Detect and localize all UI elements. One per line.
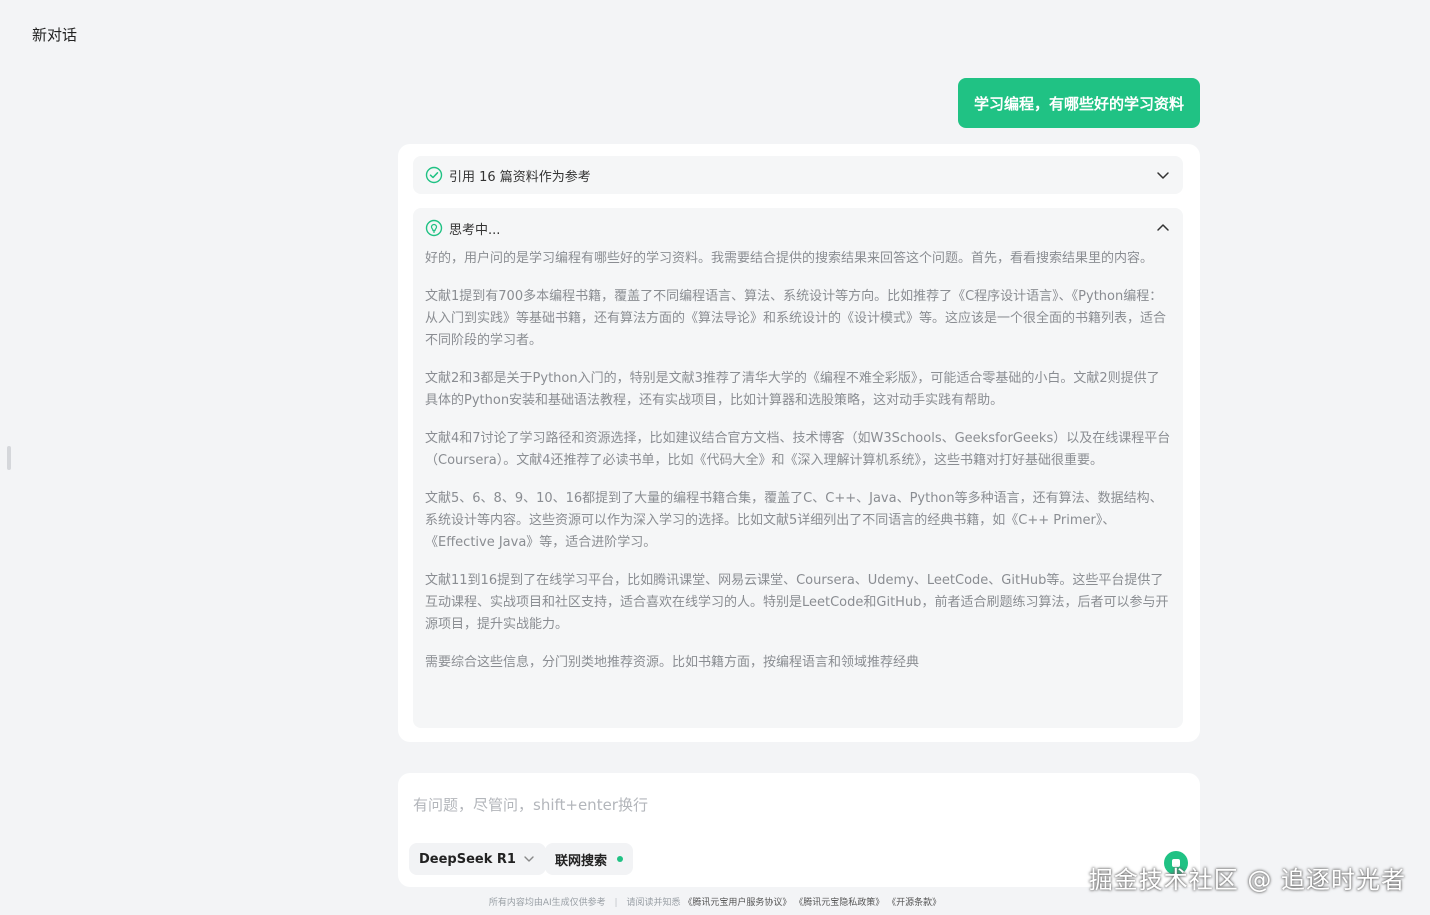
thinking-paragraph: 文献5、6、8、9、10、16都提到了大量的编程书籍合集，覆盖了C、C++、Ja… bbox=[425, 491, 1163, 550]
watermark: 掘金技术社区 @ 追逐时光者 bbox=[1088, 866, 1406, 894]
thinking-paragraph: 文献11到16提到了在线学习平台，比如腾讯课堂、网易云课堂、Coursera、U… bbox=[425, 573, 1169, 632]
privacy-policy-link[interactable]: 《腾讯元宝隐私政策》 bbox=[794, 898, 884, 908]
references-toggle[interactable]: 引用 16 篇资料作为参考 bbox=[413, 156, 1183, 194]
references-label: 引用 16 篇资料作为参考 bbox=[449, 169, 591, 185]
thinking-content: 好的，用户问的是学习编程有哪些好的学习资料。我需要结合提供的搜索结果来回答这个问… bbox=[413, 248, 1183, 674]
thinking-toggle[interactable]: 思考中... bbox=[413, 208, 1183, 248]
message-input[interactable] bbox=[413, 785, 1183, 825]
open-source-terms-link[interactable]: 《开源条款》 bbox=[887, 898, 941, 908]
chevron-up-icon bbox=[1157, 224, 1169, 231]
model-selector[interactable]: DeepSeek R1 bbox=[409, 843, 546, 875]
sidebar-toggle-handle[interactable] bbox=[7, 446, 11, 470]
thinking-panel: 思考中... 好的，用户问的是学习编程有哪些好的学习资料。我需要结合提供的搜索结… bbox=[413, 208, 1183, 728]
assistant-answer-card: 引用 16 篇资料作为参考 思考中... 好的，用户问的是学习编程有哪些好的学习… bbox=[398, 144, 1200, 742]
thinking-paragraph: 文献4和7讨论了学习路径和资源选择，比如建议结合官方文档、技术博客（如W3Sch… bbox=[425, 431, 1171, 468]
thinking-paragraph: 文献2和3都是关于Python入门的，特别是文献3推荐了清华大学的《编程不难全彩… bbox=[425, 371, 1160, 408]
user-agreement-link[interactable]: 《腾讯元宝用户服务协议》 bbox=[683, 898, 791, 908]
web-search-label: 联网搜索 bbox=[555, 853, 608, 869]
chat-page: 新对话 学习编程，有哪些好的学习资料 引用 16 篇资料作为参考 思考中... bbox=[0, 0, 1430, 915]
footer-read-notice: 请阅读并知悉 bbox=[626, 898, 681, 908]
thinking-paragraph: 需要综合这些信息，分门别类地推荐资源。比如书籍方面，按编程语言和领域推荐经典 bbox=[425, 655, 920, 670]
model-label: DeepSeek R1 bbox=[419, 851, 516, 867]
footer-disclaimer: 所有内容均由AI生成仅供参考 | 请阅读并知悉 《腾讯元宝用户服务协议》 《腾讯… bbox=[0, 895, 1430, 908]
web-search-toggle[interactable]: 联网搜索 bbox=[545, 843, 634, 875]
user-message-bubble: 学习编程，有哪些好的学习资料 bbox=[957, 78, 1200, 128]
footer-separator: | bbox=[614, 898, 618, 908]
thinking-paragraph: 好的，用户问的是学习编程有哪些好的学习资料。我需要结合提供的搜索结果来回答这个问… bbox=[425, 251, 1154, 266]
chevron-down-icon bbox=[1157, 172, 1169, 179]
check-circle-icon bbox=[425, 166, 443, 184]
chevron-down-icon bbox=[524, 856, 534, 862]
thinking-label: 思考中... bbox=[449, 222, 501, 238]
bulb-icon bbox=[425, 219, 443, 237]
thinking-paragraph: 文献1提到有700多本编程书籍，覆盖了不同编程语言、算法、系统设计等方向。比如推… bbox=[425, 289, 1167, 348]
footer-ai-notice: 所有内容均由AI生成仅供参考 bbox=[488, 898, 606, 908]
conversation-title: 新对话 bbox=[32, 26, 78, 44]
active-dot-icon bbox=[617, 856, 624, 862]
message-composer: DeepSeek R1 联网搜索 bbox=[398, 773, 1200, 887]
